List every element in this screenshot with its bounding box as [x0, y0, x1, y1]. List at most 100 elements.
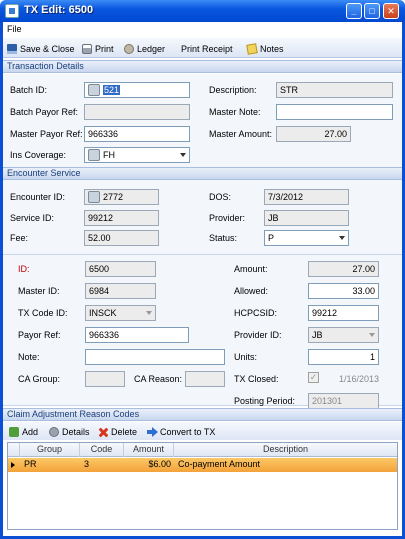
description-label: Description: [209, 85, 257, 95]
transaction-details-header: Transaction Details [3, 60, 402, 73]
batch-id-label: Batch ID: [10, 85, 48, 95]
encounter-id-label: Encounter ID: [10, 192, 66, 202]
payor-ref-field[interactable]: 966336 [85, 327, 189, 343]
lookup-icon[interactable] [88, 191, 100, 203]
grid-header: Group Code Amount Description [8, 443, 397, 457]
batch-payor-ref-label: Batch Payor Ref: [10, 107, 79, 117]
print-button[interactable]: Print [82, 42, 114, 55]
cell-amount: $6.00 [148, 459, 171, 469]
column-description[interactable]: Description [174, 443, 397, 457]
convert-to-tx-button[interactable]: Convert to TX [147, 425, 215, 438]
save-icon [7, 43, 17, 54]
notes-button[interactable]: Notes [246, 42, 284, 55]
posting-period-field[interactable]: 201301 [308, 393, 379, 409]
tx-code-id-select[interactable]: INSCK [85, 305, 156, 321]
hcpcsid-label: HCPCSID: [234, 308, 278, 318]
units-field[interactable]: 1 [308, 349, 379, 365]
ledger-button[interactable]: Ledger [124, 42, 165, 55]
tx-code-id-label: TX Code ID: [18, 308, 68, 318]
table-row[interactable]: PR 3 $6.00 Co-payment Amount [8, 458, 397, 472]
lookup-icon[interactable] [88, 149, 100, 161]
row-indicator-icon [11, 462, 15, 468]
encounter-service-header: Encounter Service [3, 167, 402, 180]
master-payor-ref-label: Master Payor Ref: [10, 129, 83, 139]
fee-field[interactable]: 52.00 [84, 230, 159, 246]
units-label: Units: [234, 352, 258, 362]
service-id-field[interactable]: 99212 [84, 210, 159, 226]
cell-code: 3 [84, 459, 90, 469]
note-field[interactable] [85, 349, 225, 365]
master-id-field[interactable]: 6984 [85, 283, 156, 299]
column-amount[interactable]: Amount [124, 443, 174, 457]
hcpcsid-field[interactable]: 99212 [308, 305, 379, 321]
ca-group-label: CA Group: [18, 374, 61, 384]
title-bar[interactable]: TX Edit: 6500 _ □ ✕ [0, 0, 405, 22]
ins-coverage-select[interactable]: FH [84, 147, 190, 163]
maximize-button[interactable]: □ [364, 3, 380, 19]
carc-grid[interactable]: Group Code Amount Description PR 3 $6.00… [7, 442, 398, 530]
window-frame: TX Edit: 6500 _ □ ✕ File Save & Close Pr… [0, 0, 405, 539]
chevron-down-icon[interactable] [176, 148, 189, 162]
column-group[interactable]: Group [20, 443, 80, 457]
payor-ref-label: Payor Ref: [18, 330, 61, 340]
window-title: TX Edit: 6500 [24, 4, 94, 16]
status-label: Status: [209, 233, 238, 243]
provider-id-label: Provider ID: [234, 330, 282, 340]
column-code[interactable]: Code [80, 443, 124, 457]
provider-label: Provider: [209, 213, 246, 223]
minimize-button[interactable]: _ [346, 3, 362, 19]
provider-field[interactable]: JB [264, 210, 349, 226]
ca-reason-field[interactable] [185, 371, 225, 387]
status-select[interactable]: P [264, 230, 349, 246]
master-note-label: Master Note: [209, 107, 261, 117]
encounter-service-panel: Encounter ID: 2772 Service ID: 99212 Fee… [3, 181, 402, 255]
details-icon [49, 426, 59, 437]
add-button[interactable]: Add [9, 425, 38, 438]
menu-bar: File [3, 22, 402, 37]
posting-period-label: Posting Period: [234, 396, 296, 406]
chevron-down-icon[interactable] [365, 328, 378, 342]
master-id-label: Master ID: [18, 286, 60, 296]
batch-id-field[interactable]: 521 [84, 82, 190, 98]
tx-panel: ID: 6500 Master ID: 6984 TX Code ID: INS… [3, 255, 402, 409]
client-area: File Save & Close Print Ledger Print Rec… [3, 22, 402, 536]
add-icon [9, 426, 19, 437]
fee-label: Fee: [10, 233, 29, 243]
print-receipt-button[interactable]: Print Receipt [181, 42, 233, 55]
chevron-down-icon[interactable] [335, 231, 348, 245]
dos-label: DOS: [209, 192, 232, 202]
carc-header: Claim Adjustment Reason Codes [3, 408, 402, 421]
arrow-right-icon [147, 426, 158, 437]
master-amount-label: Master Amount: [209, 129, 273, 139]
delete-button[interactable]: Delete [98, 425, 137, 438]
master-payor-ref-field[interactable]: 966336 [84, 126, 190, 142]
save-close-button[interactable]: Save & Close [7, 42, 75, 55]
close-button[interactable]: ✕ [383, 3, 399, 19]
amount-field[interactable]: 27.00 [308, 261, 379, 277]
service-id-label: Service ID: [10, 213, 55, 223]
batch-payor-ref-field[interactable] [84, 104, 190, 120]
dos-field[interactable]: 7/3/2012 [264, 189, 349, 205]
id-field[interactable]: 6500 [85, 261, 156, 277]
chevron-down-icon[interactable] [142, 306, 155, 320]
lookup-icon[interactable] [88, 84, 100, 96]
master-note-field[interactable] [276, 104, 393, 120]
tx-closed-date: 1/16/2013 [339, 374, 380, 384]
delete-icon [98, 427, 108, 437]
details-button[interactable]: Details [49, 425, 90, 438]
allowed-field[interactable]: 33.00 [308, 283, 379, 299]
master-amount-field[interactable]: 27.00 [276, 126, 351, 142]
description-field[interactable]: STR [276, 82, 393, 98]
ins-coverage-label: Ins Coverage: [10, 150, 67, 160]
ca-group-field[interactable] [85, 371, 125, 387]
ca-reason-label: CA Reason: [134, 374, 183, 384]
cell-group: PR [24, 459, 37, 469]
provider-id-select[interactable]: JB [308, 327, 379, 343]
amount-label: Amount: [234, 264, 268, 274]
app-icon [5, 4, 19, 18]
printer-icon [82, 43, 92, 54]
note-label: Note: [18, 352, 40, 362]
tx-closed-checkbox[interactable]: ✓ [308, 372, 319, 383]
menu-file[interactable]: File [7, 24, 22, 34]
encounter-id-field[interactable]: 2772 [84, 189, 159, 205]
